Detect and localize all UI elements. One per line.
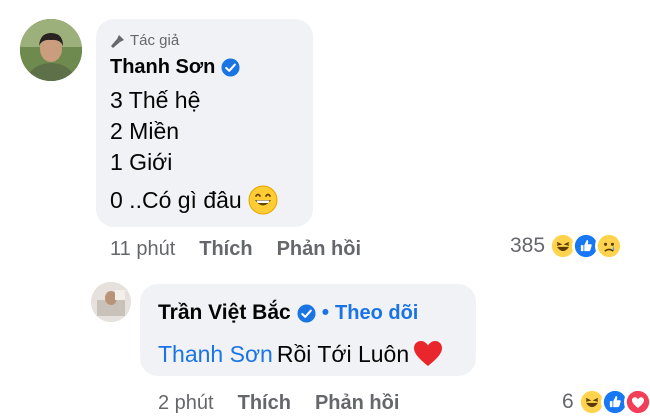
avatar-photo: [20, 19, 82, 81]
reply-bubble: Trần Việt Bắc • Theo dõi Thanh Sơn Rồi T…: [140, 284, 476, 376]
microphone-icon: [111, 34, 124, 48]
reply-timestamp[interactable]: 2 phút: [158, 392, 214, 415]
verified-badge-icon: [297, 303, 316, 323]
author-badge: Tác giả: [110, 32, 179, 49]
reaction-count[interactable]: 385: [510, 234, 545, 258]
reply-body: Rồi Tới Luôn: [276, 340, 410, 367]
reply-reactions[interactable]: 6: [562, 388, 650, 416]
comment-line: 3 Thế hệ: [110, 87, 201, 113]
comment-line-text: 0 ..Có gì đâu: [110, 186, 242, 213]
grinning-emoji-icon: [248, 185, 278, 215]
follow-button[interactable]: Theo dõi: [335, 302, 418, 325]
love-icon: [623, 388, 650, 416]
verified-badge-icon: [221, 58, 240, 77]
reply-text: Thanh Sơn Rồi Tới Luôn: [158, 340, 443, 368]
like-button[interactable]: Thích: [199, 238, 252, 261]
sad-icon: [595, 232, 624, 260]
mention-link[interactable]: Thanh Sơn: [158, 341, 273, 368]
comment-bubble: Tác giả Thanh Sơn 3 Thế hệ 2 Miền 1 Giới…: [96, 19, 313, 227]
comment-author-avatar[interactable]: [20, 19, 82, 81]
reply-author-avatar[interactable]: [91, 282, 131, 322]
comment-line: 1 Giới: [110, 149, 173, 175]
reply-button[interactable]: Phản hồi: [277, 238, 361, 261]
author-badge-label: Tác giả: [130, 32, 180, 49]
reply-button[interactable]: Phản hồi: [315, 392, 399, 415]
red-heart-icon: [414, 341, 443, 366]
comment-reactions[interactable]: 385: [510, 232, 624, 260]
reaction-count[interactable]: 6: [562, 390, 574, 414]
comment-timestamp[interactable]: 11 phút: [110, 238, 175, 261]
avatar-photo: [91, 282, 131, 322]
author-name-text[interactable]: Thanh Sơn: [110, 56, 215, 79]
comment-author-name[interactable]: Thanh Sơn: [110, 56, 240, 79]
separator-dot: •: [321, 301, 330, 324]
comment-line-last: 0 ..Có gì đâu: [110, 185, 278, 215]
author-name-text[interactable]: Trần Việt Bắc: [158, 301, 291, 325]
like-button[interactable]: Thích: [238, 392, 291, 415]
comment-line: 2 Miền: [110, 118, 180, 144]
comment-actions: 11 phút Thích Phản hồi: [110, 238, 385, 261]
reply-actions: 2 phút Thích Phản hồi: [158, 392, 423, 415]
reply-author-name: Trần Việt Bắc • Theo dõi: [158, 301, 418, 325]
